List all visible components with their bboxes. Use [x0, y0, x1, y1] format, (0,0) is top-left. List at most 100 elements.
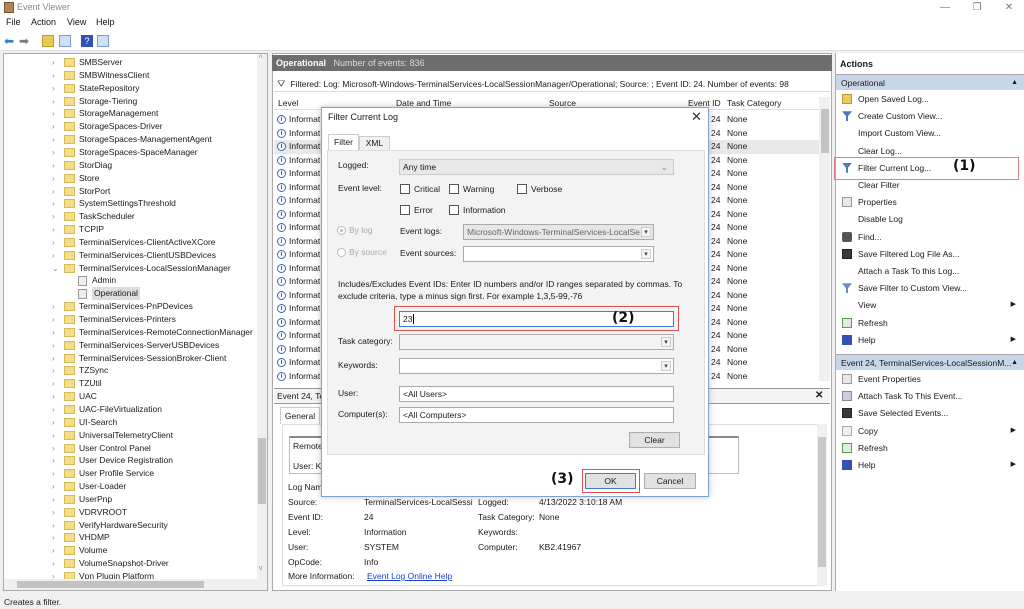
tree-item[interactable]: › User-Loader	[4, 480, 259, 493]
information-checkbox[interactable]	[449, 205, 459, 215]
chevron-right-icon[interactable]: ›	[52, 185, 55, 198]
tree-item[interactable]: › TerminalServices-ServerUSBDevices	[4, 339, 259, 352]
action-item[interactable]: Copy ▶	[836, 423, 1022, 439]
chevron-right-icon[interactable]: ›	[52, 300, 55, 313]
critical-checkbox[interactable]	[400, 184, 410, 194]
close-details-icon[interactable]: ✕	[815, 390, 823, 401]
event-grid-scroll-thumb[interactable]	[821, 109, 829, 153]
chevron-right-icon[interactable]: ›	[52, 249, 55, 262]
chevron-right-icon[interactable]: ›	[52, 172, 55, 185]
tree-item[interactable]: › StorDiag	[4, 159, 259, 172]
warning-checkbox[interactable]	[449, 184, 459, 194]
logged-select[interactable]: Any time ⌄	[399, 159, 674, 175]
tree-item[interactable]: › StorageSpaces-SpaceManager	[4, 146, 259, 159]
task-category-select[interactable]: ▾	[399, 334, 674, 350]
tree-item[interactable]: › TZUtil	[4, 377, 259, 390]
tree-item[interactable]: Admin	[4, 274, 259, 287]
tree-item[interactable]: › Storage-Tiering	[4, 95, 259, 108]
chevron-right-icon[interactable]: ›	[52, 236, 55, 249]
chevron-right-icon[interactable]: ›	[52, 313, 55, 326]
column-level[interactable]: Level	[278, 98, 298, 108]
event-logs-select[interactable]: Microsoft-Windows-TerminalServices-Local…	[463, 224, 654, 240]
chevron-right-icon[interactable]: ›	[52, 416, 55, 429]
chevron-right-icon[interactable]: ›	[52, 223, 55, 236]
tree-item[interactable]: ⌄ TerminalServices-LocalSessionManager	[4, 262, 259, 275]
close-window-button[interactable]: ✕	[994, 0, 1024, 15]
forward-icon[interactable]: ➡	[19, 35, 31, 47]
error-checkbox[interactable]	[400, 205, 410, 215]
chevron-right-icon[interactable]: ›	[52, 133, 55, 146]
tree-item[interactable]: › TaskScheduler	[4, 210, 259, 223]
tree-item[interactable]: › TerminalServices-ClientUSBDevices	[4, 249, 259, 262]
action-item[interactable]: Attach Task To This Event...	[836, 388, 1022, 404]
event-sources-select[interactable]: ▾	[463, 246, 654, 262]
chevron-right-icon[interactable]: ›	[52, 352, 55, 365]
tree-item[interactable]: › TerminalServices-RemoteConnectionManage…	[4, 326, 259, 339]
chevron-right-icon[interactable]: ›	[52, 467, 55, 480]
show-hide-tree-icon[interactable]	[59, 35, 71, 47]
tree-item[interactable]: › StorageManagement	[4, 107, 259, 120]
minimize-button[interactable]: —	[930, 0, 960, 15]
tree-item[interactable]: › UAC	[4, 390, 259, 403]
collapse-icon[interactable]: ▲	[1011, 75, 1018, 91]
tree-item[interactable]: › SMBServer	[4, 56, 259, 69]
chevron-right-icon[interactable]: ›	[52, 56, 55, 69]
chevron-right-icon[interactable]: ›	[52, 493, 55, 506]
chevron-down-icon[interactable]: ⌄	[52, 262, 59, 275]
tree-item[interactable]: › TerminalServices-ClientActiveXCore	[4, 236, 259, 249]
scroll-up-icon[interactable]: ^	[259, 55, 262, 62]
clear-button[interactable]: Clear	[629, 432, 680, 448]
tab-general[interactable]: General	[280, 407, 320, 424]
tree-item[interactable]: › VDRVROOT	[4, 506, 259, 519]
tree-item[interactable]: › UI-Search	[4, 416, 259, 429]
actions-section-operational[interactable]: Operational ▲	[836, 74, 1024, 90]
verbose-checkbox[interactable]	[517, 184, 527, 194]
tree-item[interactable]: › TCPIP	[4, 223, 259, 236]
chevron-right-icon[interactable]: ›	[52, 95, 55, 108]
help-icon[interactable]: ?	[81, 35, 93, 47]
ok-button[interactable]: OK	[585, 473, 636, 489]
chevron-right-icon[interactable]: ›	[52, 326, 55, 339]
chevron-right-icon[interactable]: ›	[52, 544, 55, 557]
tree-horizontal-scroll-thumb[interactable]	[17, 581, 204, 588]
tree-item[interactable]: › Store	[4, 172, 259, 185]
chevron-right-icon[interactable]: ›	[52, 403, 55, 416]
keywords-select[interactable]: ▾	[399, 358, 674, 374]
action-item[interactable]: Find...	[836, 229, 1022, 245]
chevron-right-icon[interactable]: ›	[52, 339, 55, 352]
chevron-right-icon[interactable]: ›	[52, 442, 55, 455]
chevron-right-icon[interactable]: ›	[52, 107, 55, 120]
details-scroll-thumb[interactable]	[818, 437, 826, 567]
action-item[interactable]: Attach a Task To this Log...	[836, 263, 1022, 279]
chevron-right-icon[interactable]: ›	[52, 454, 55, 467]
chevron-right-icon[interactable]: ›	[52, 159, 55, 172]
chevron-right-icon[interactable]: ›	[52, 69, 55, 82]
action-item[interactable]: Properties	[836, 194, 1022, 210]
open-folder-icon[interactable]	[42, 35, 54, 47]
chevron-right-icon[interactable]: ›	[52, 429, 55, 442]
column-task-category[interactable]: Task Category	[727, 98, 781, 108]
action-item[interactable]: Help ▶	[836, 332, 1022, 348]
tree-item[interactable]: › StorageSpaces-Driver	[4, 120, 259, 133]
tree-item[interactable]: › StorageSpaces-ManagementAgent	[4, 133, 259, 146]
tree-item[interactable]: › TerminalServices-Printers	[4, 313, 259, 326]
action-item[interactable]: Event Properties	[836, 371, 1022, 387]
tree-item[interactable]: › SystemSettingsThreshold	[4, 197, 259, 210]
action-item[interactable]: Create Custom View...	[836, 108, 1022, 124]
chevron-right-icon[interactable]: ›	[52, 210, 55, 223]
action-item[interactable]: Import Custom View...	[836, 125, 1022, 141]
tab-filter[interactable]: Filter	[328, 134, 359, 150]
action-item[interactable]: Save Selected Events...	[836, 405, 1022, 421]
restore-button[interactable]: ❐	[962, 0, 992, 15]
tree-item[interactable]: › Volume	[4, 544, 259, 557]
tree-item[interactable]: › TZSync	[4, 364, 259, 377]
tree-item[interactable]: › TerminalServices-SessionBroker-Client	[4, 352, 259, 365]
chevron-right-icon[interactable]: ›	[52, 390, 55, 403]
by-source-radio[interactable]	[337, 248, 346, 257]
tree-item[interactable]: › SMBWitnessClient	[4, 69, 259, 82]
user-input[interactable]: <All Users>	[399, 386, 674, 402]
cancel-button[interactable]: Cancel	[644, 473, 696, 489]
tree-item[interactable]: › VerifyHardwareSecurity	[4, 519, 259, 532]
tree-item[interactable]: › User Control Panel	[4, 442, 259, 455]
action-item[interactable]: Refresh	[836, 315, 1022, 331]
